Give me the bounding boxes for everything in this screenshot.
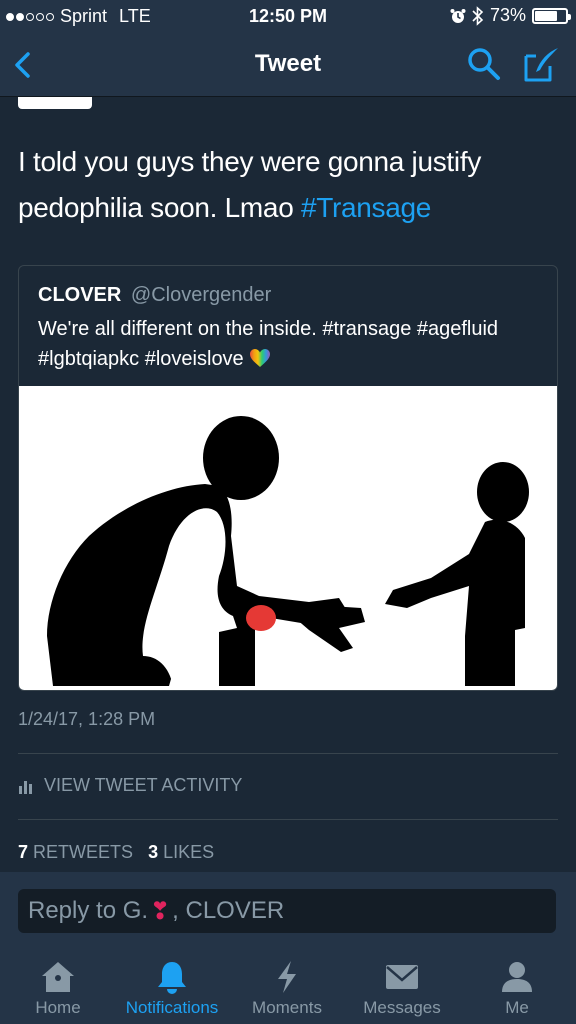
- reply-bar: Reply to G. ❣ , CLOVER: [0, 872, 576, 942]
- tab-home-label: Home: [35, 998, 81, 1017]
- tweet-hashtag-link[interactable]: #Transage: [301, 192, 431, 223]
- home-icon: [42, 962, 74, 992]
- bar-chart-icon: [19, 780, 32, 794]
- tab-moments[interactable]: Moments: [232, 960, 342, 1018]
- heart-exclamation-icon: ❣: [150, 897, 171, 925]
- reply-placeholder-prefix: Reply to G.: [28, 897, 149, 924]
- status-bar: Sprint LTE 12:50 PM 73%: [0, 0, 576, 34]
- quoted-tweet-text: We're all different on the inside. #tran…: [38, 314, 538, 374]
- search-icon[interactable]: [466, 46, 502, 82]
- tab-moments-label: Moments: [252, 998, 322, 1017]
- divider: [18, 819, 558, 820]
- tweet-text: I told you guys they were gonna justify …: [18, 139, 558, 231]
- tab-messages-label: Messages: [363, 998, 441, 1017]
- quoted-tweet-header: CLOVER @Clovergender: [38, 284, 271, 307]
- likes-label: LIKES: [163, 842, 215, 862]
- retweets-stat[interactable]: 7 RETWEETS: [18, 842, 133, 862]
- reply-placeholder-suffix: , CLOVER: [172, 897, 285, 924]
- bell-icon: [158, 962, 186, 994]
- battery-level-fill: [535, 10, 557, 21]
- tab-me[interactable]: Me: [462, 960, 572, 1018]
- tab-home[interactable]: Home: [3, 960, 113, 1018]
- tab-me-label: Me: [505, 998, 529, 1017]
- silhouette-illustration: [47, 416, 529, 686]
- tab-bar: Home Notifications Moments Messages Me: [0, 942, 576, 1024]
- view-tweet-activity-button[interactable]: VIEW TWEET ACTIVITY: [18, 775, 242, 796]
- bluetooth-icon: [472, 5, 484, 26]
- tab-notifications[interactable]: Notifications: [117, 960, 227, 1018]
- battery-percent: 73%: [489, 5, 526, 25]
- divider: [18, 753, 558, 754]
- tab-notifications-label: Notifications: [125, 998, 219, 1017]
- likes-stat[interactable]: 3 LIKES: [148, 842, 214, 862]
- quoted-tweet-image[interactable]: [19, 386, 557, 690]
- battery-icon: [532, 7, 571, 24]
- rainbow-heart-icon: [250, 349, 271, 367]
- envelope-icon: [386, 965, 418, 989]
- previous-media-preview[interactable]: [18, 97, 92, 109]
- retweets-count: 7: [18, 842, 29, 862]
- compose-icon[interactable]: [522, 44, 562, 84]
- quoted-author-handle: @Clovergender: [130, 284, 272, 306]
- reply-input[interactable]: Reply to G. ❣ , CLOVER: [18, 889, 556, 933]
- person-icon: [502, 962, 532, 992]
- view-tweet-activity-label: VIEW TWEET ACTIVITY: [44, 775, 243, 795]
- tab-messages[interactable]: Messages: [347, 960, 457, 1018]
- likes-count: 3: [148, 842, 159, 862]
- lightning-icon: [278, 961, 296, 993]
- tweet-timestamp: 1/24/17, 1:28 PM: [18, 709, 156, 729]
- status-icons: 73%: [450, 5, 571, 26]
- retweets-label: RETWEETS: [33, 842, 134, 862]
- engagement-stats: 7 RETWEETS 3 LIKES: [18, 842, 214, 863]
- quoted-tweet[interactable]: CLOVER @Clovergender We're all different…: [18, 265, 558, 691]
- quoted-author-name: CLOVER: [38, 284, 122, 306]
- tweet-detail: I told you guys they were gonna justify …: [0, 97, 576, 872]
- alarm-icon: [450, 8, 466, 23]
- navigation-bar: Tweet: [0, 34, 576, 97]
